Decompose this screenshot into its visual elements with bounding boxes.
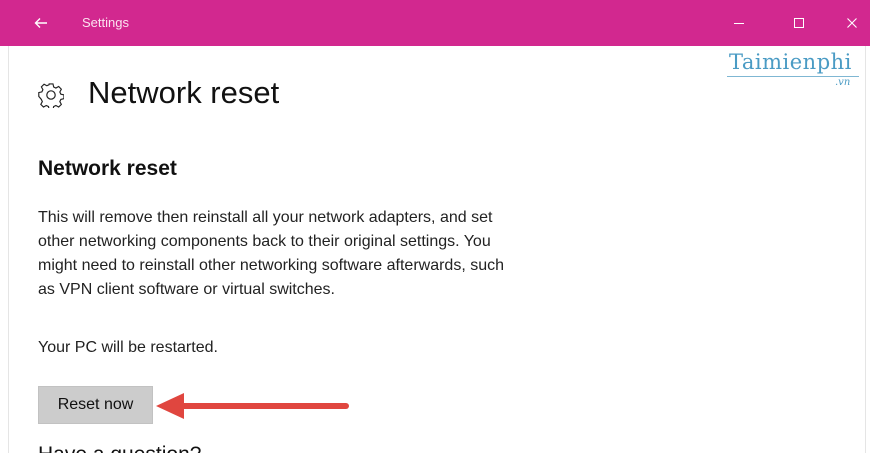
maximize-icon [794,18,804,28]
maximize-button[interactable] [776,8,822,38]
title-bar: Settings [0,0,870,46]
page-title: Network reset [88,75,280,110]
next-section-title: Have a question? [38,443,201,453]
gear-icon [38,83,64,108]
description-line: might need to reinstall other networking… [38,257,505,274]
watermark-suffix: .vn [835,77,851,88]
close-icon [847,18,857,28]
reset-now-button[interactable]: Reset now [38,386,153,424]
red-arrow-annotation [156,393,349,419]
minimize-icon [734,23,744,24]
back-arrow-icon [34,18,47,28]
minimize-button[interactable] [716,8,762,38]
watermark-logo: Taimienphi .vn [722,50,870,92]
watermark-text: Taimienphi [729,50,852,74]
description-line: other networking components back to thei… [38,233,491,250]
close-button[interactable] [829,8,870,38]
restart-note: Your PC will be restarted. [38,339,218,356]
section-title: Network reset [38,157,177,180]
back-button[interactable] [18,8,64,38]
description-line: as VPN client software or virtual switch… [38,281,335,298]
description-line: This will remove then reinstall all your… [38,209,493,226]
window-title: Settings [82,15,129,30]
section-description: This will remove then reinstall all your… [38,206,598,302]
